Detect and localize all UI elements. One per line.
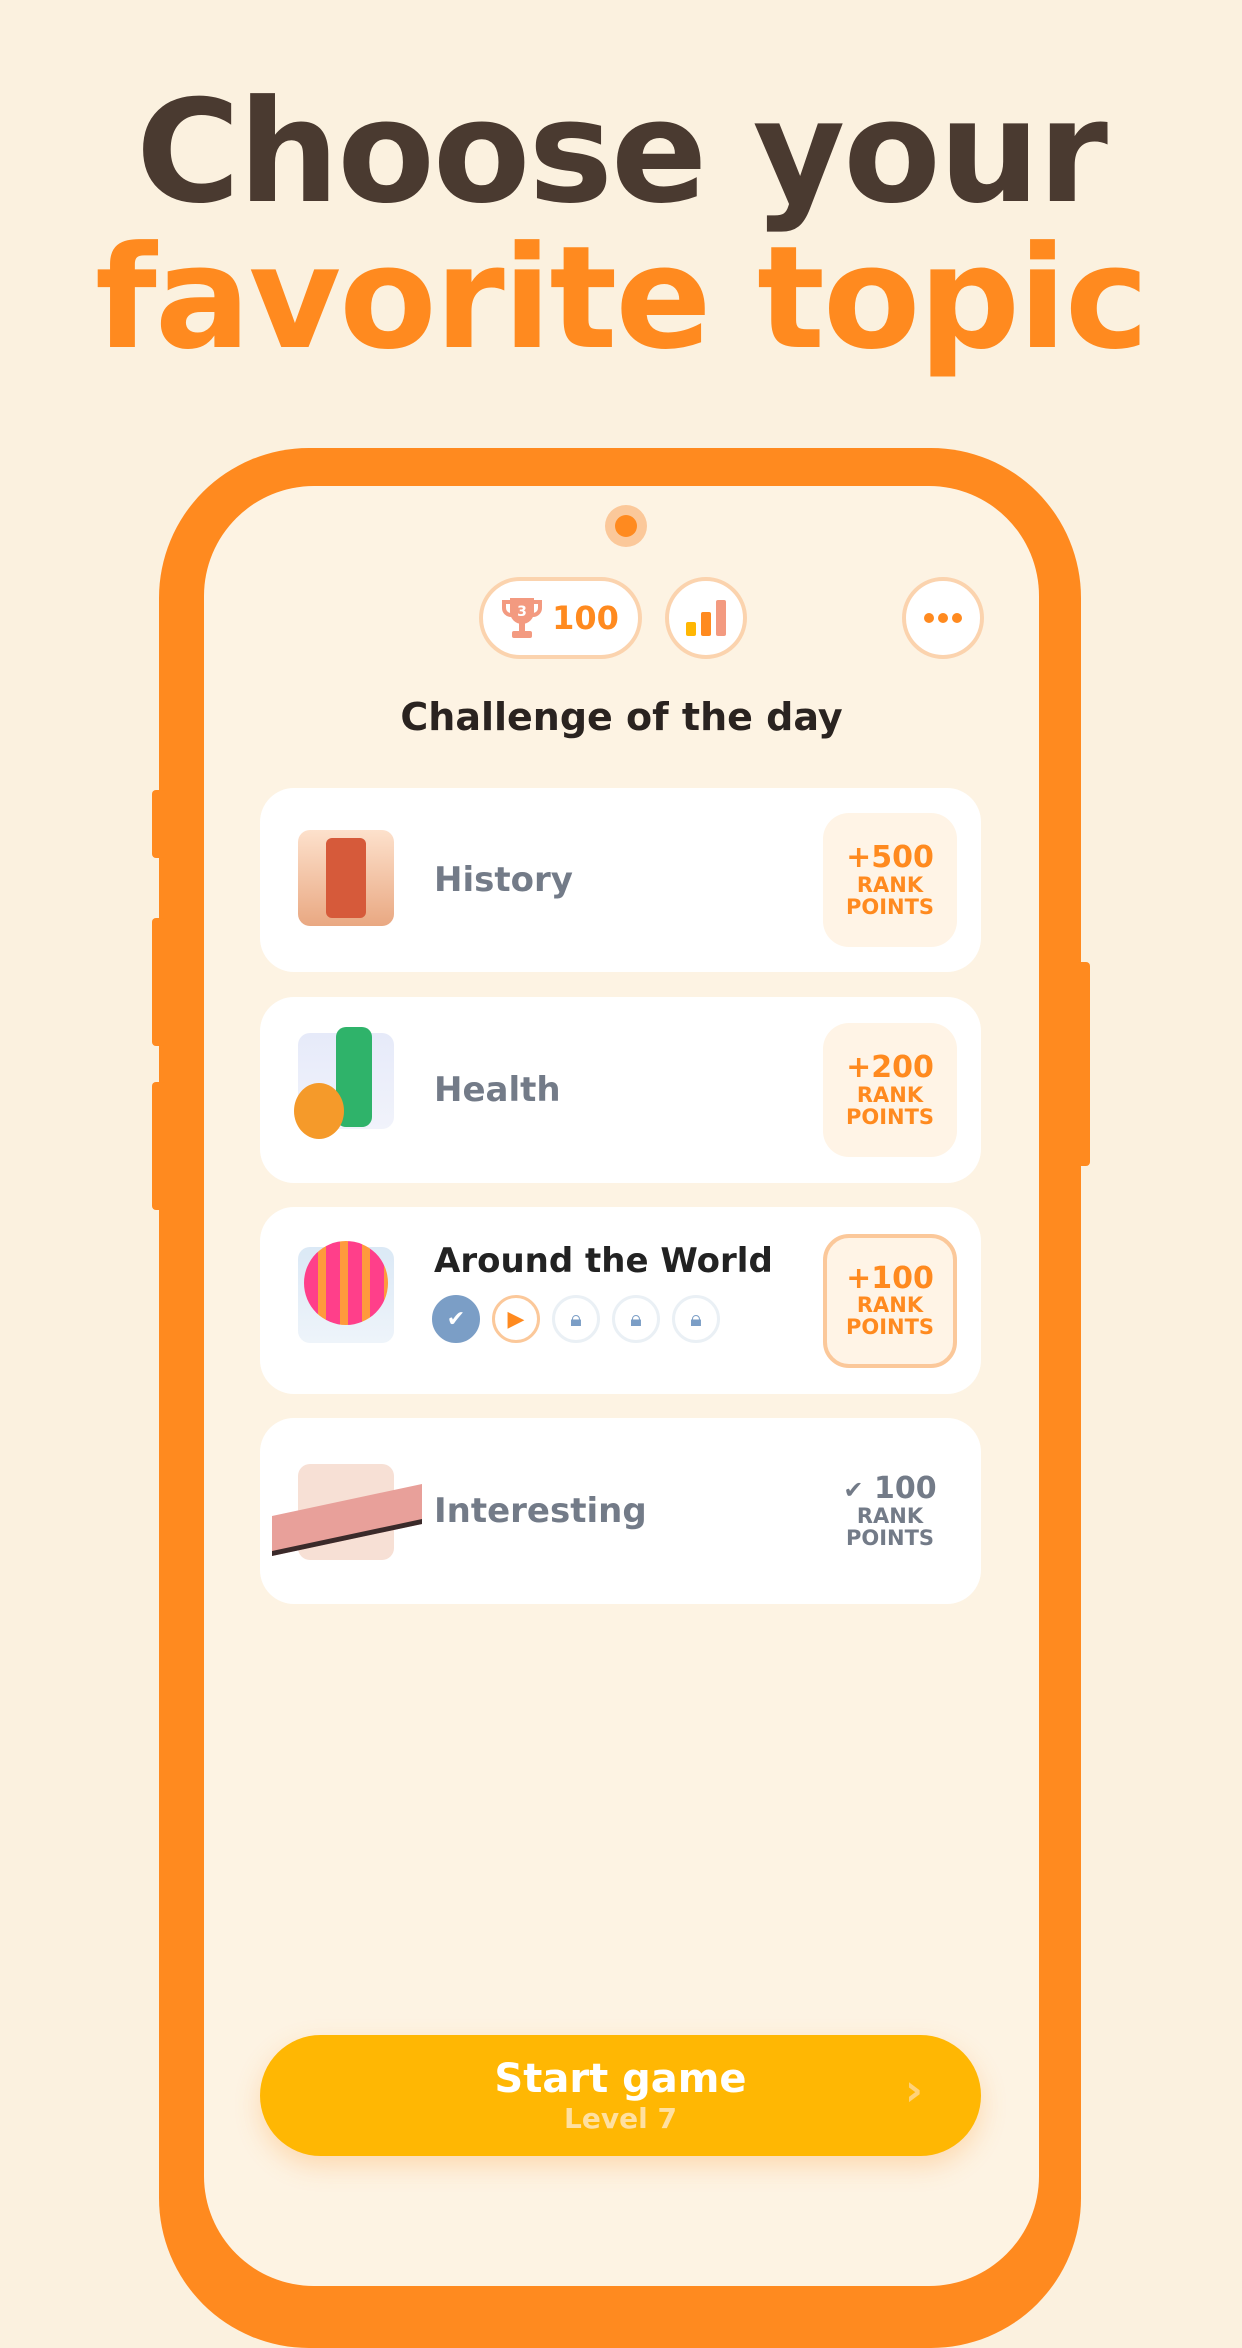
start-game-button[interactable]: Start game Level 7 › [260, 2035, 981, 2156]
topic-name: Health [434, 1070, 561, 1110]
topic-card-around-the-world[interactable]: Around the World ✔ ▶ 🔒︎ 🔒︎ 🔒︎ +100 RANK PO… [260, 1207, 981, 1394]
stats-button[interactable] [665, 577, 747, 659]
headline-line1: Choose your [136, 70, 1108, 235]
rank-points-badge: +200 RANK POINTS [823, 1023, 957, 1157]
topic-name: Interesting [434, 1491, 647, 1531]
more-menu-button[interactable] [902, 577, 984, 659]
trophy-score: 100 [552, 599, 619, 637]
history-tower-image [298, 830, 394, 926]
topic-name: Around the World [434, 1241, 773, 1281]
chevron-right-icon: › [904, 2065, 923, 2116]
rank-points-badge: +100 RANK POINTS [823, 1233, 957, 1368]
phone-button [152, 790, 166, 858]
step-locked-lock-icon: 🔒︎ [552, 1295, 600, 1343]
rank-points-completed: ✔ 100 RANK POINTS [843, 1471, 937, 1550]
check-icon: ✔ [843, 1476, 864, 1505]
trophy-score-button[interactable]: 3 100 [479, 577, 642, 659]
level-label: Level 7 [564, 2102, 677, 2135]
bar-chart-icon [686, 600, 726, 636]
level-steps: ✔ ▶ 🔒︎ 🔒︎ 🔒︎ [432, 1295, 720, 1343]
phone-button [1076, 962, 1090, 1166]
headline-line2: favorite topic [95, 216, 1149, 381]
topic-card-health[interactable]: Health +200 RANK POINTS [260, 997, 981, 1183]
phone-button [152, 918, 166, 1046]
open-book-image [272, 1464, 422, 1560]
camera [605, 505, 647, 547]
trophy-icon: 3 [502, 598, 543, 638]
step-completed-check-icon: ✔ [432, 1295, 480, 1343]
topic-card-interesting[interactable]: Interesting ✔ 100 RANK POINTS [260, 1418, 981, 1604]
step-locked-lock-icon: 🔒︎ [672, 1295, 720, 1343]
rank-points-badge: +500 RANK POINTS [823, 813, 957, 947]
more-dots-icon [924, 613, 962, 623]
svg-text:3: 3 [517, 604, 527, 620]
section-title: Challenge of the day [400, 695, 843, 739]
start-game-label: Start game [494, 2056, 747, 2102]
topic-name: History [434, 860, 573, 900]
topic-card-history[interactable]: History +500 RANK POINTS [260, 788, 981, 972]
hot-air-balloon-image [298, 1241, 394, 1343]
step-current-play-icon[interactable]: ▶ [492, 1295, 540, 1343]
health-bottle-image [294, 1027, 394, 1139]
phone-button [152, 1082, 166, 1210]
step-locked-lock-icon: 🔒︎ [612, 1295, 660, 1343]
